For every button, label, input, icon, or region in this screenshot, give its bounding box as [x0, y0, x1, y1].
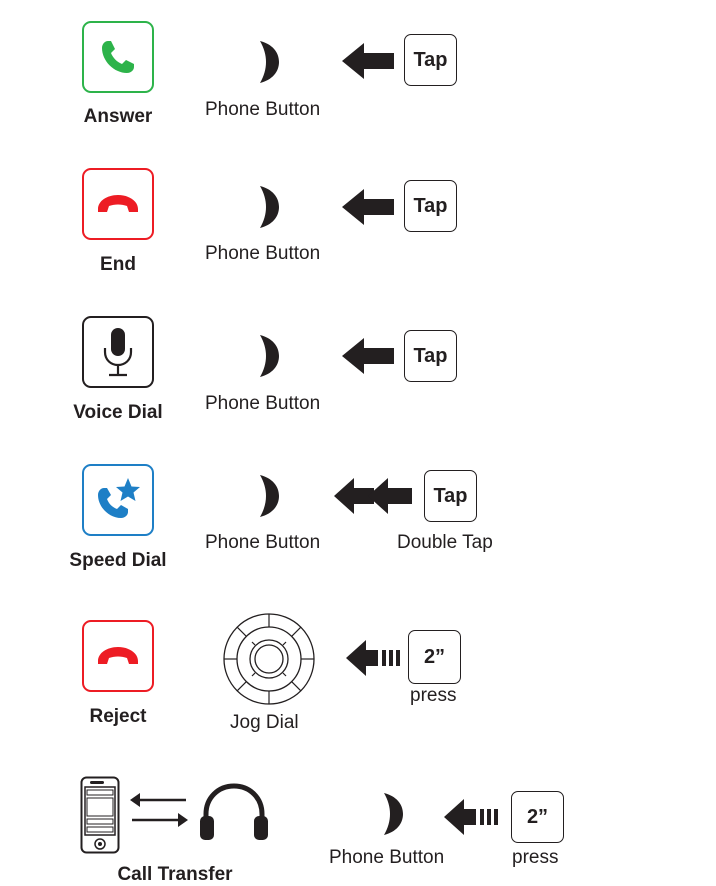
jog-dial-label: Jog Dial: [230, 712, 299, 733]
long-press-arrow-icon: [444, 799, 498, 835]
speed-dial-icon-box: [82, 464, 154, 536]
reject-label: Reject: [89, 706, 147, 727]
tap-button: Tap: [404, 34, 457, 86]
voice-dial-label: Voice Dial: [73, 402, 163, 423]
arrow-left-icon: [342, 189, 394, 225]
double-tap-label: Double Tap: [397, 532, 493, 553]
long-press-button: 2”: [408, 630, 461, 684]
speed-dial-label: Speed Dial: [69, 550, 167, 571]
speed-dial-icon: [98, 478, 140, 518]
answer-label: Answer: [83, 106, 153, 127]
tap-button: Tap: [404, 330, 457, 382]
arrow-left-icon: [342, 338, 394, 374]
phone-button-icon: [260, 475, 279, 517]
phone-button-icon: [260, 41, 279, 83]
phone-icon: [102, 41, 134, 73]
jog-dial-icon: [223, 613, 315, 705]
headphones-icon: [200, 783, 268, 840]
press-label: press: [512, 847, 559, 868]
press-label: press: [410, 685, 457, 706]
phone-button-label: Phone Button: [205, 532, 321, 553]
hangup-icon: [98, 647, 138, 664]
phone-button-icon: [260, 186, 279, 228]
phone-button-label: Phone Button: [329, 847, 445, 868]
phone-button-icon: [384, 793, 403, 835]
tap-button: Tap: [404, 180, 457, 232]
microphone-icon: [103, 328, 133, 377]
long-press-arrow-icon: [346, 640, 400, 676]
end-label: End: [100, 254, 136, 275]
phone-button-label: Phone Button: [205, 243, 321, 264]
phone-button-icon: [260, 335, 279, 377]
hangup-icon: [98, 195, 138, 212]
reject-icon-box: [82, 620, 154, 692]
transfer-arrows-icon: [130, 793, 188, 827]
end-icon-box: [82, 168, 154, 240]
arrow-left-icon: [342, 43, 394, 79]
tap-button: Tap: [424, 470, 477, 522]
answer-icon-box: [82, 21, 154, 93]
double-arrow-left-icon: [334, 478, 412, 514]
phone-button-label: Phone Button: [205, 99, 321, 120]
phone-button-label: Phone Button: [205, 393, 321, 414]
long-press-button: 2”: [511, 791, 564, 843]
voice-dial-icon-box: [82, 316, 154, 388]
smartphone-icon: [80, 776, 120, 854]
